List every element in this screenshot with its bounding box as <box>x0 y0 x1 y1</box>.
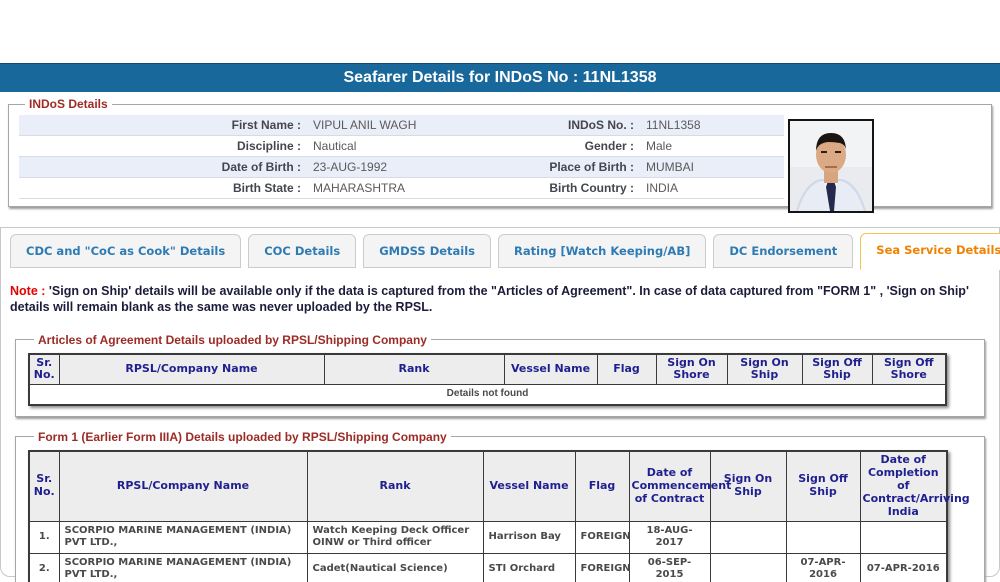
cell-sign-on-ship <box>710 553 786 582</box>
sign-on-ship-note: Note : 'Sign on Ship' details will be av… <box>1 268 999 316</box>
empty-result-row: Details not found <box>29 385 946 405</box>
seafarer-photo <box>788 119 874 213</box>
col-rpsl-company-name: RPSL/Company Name <box>59 354 324 385</box>
birth-state-label: Birth State : <box>19 178 307 199</box>
tab-bar: CDC and "CoC as Cook" Details COC Detail… <box>1 228 999 268</box>
tab-panel: CDC and "CoC as Cook" Details COC Detail… <box>0 227 1000 577</box>
indos-row: Birth State : MAHARASHTRA Birth Country … <box>19 178 784 199</box>
cell-sign-off-ship: 07-APR-2016 <box>786 553 860 582</box>
cell-company: SCORPIO MARINE MANAGEMENT (INDIA) PVT LT… <box>59 553 307 582</box>
note-text: 'Sign on Ship' details will be available… <box>10 284 969 314</box>
indos-details-grid: First Name : VIPUL ANIL WAGH INDoS No. :… <box>19 115 784 199</box>
cell-completion-date <box>860 521 947 553</box>
date-of-birth-value: 23-AUG-1992 <box>307 157 522 178</box>
col-sign-on-shore: Sign On Shore <box>656 354 727 385</box>
date-of-birth-label: Date of Birth : <box>19 157 307 178</box>
cell-sign-on-ship <box>710 521 786 553</box>
cell-vessel: Harrison Bay <box>483 521 575 553</box>
col-sign-on-ship: Sign On Ship <box>727 354 802 385</box>
col-rank: Rank <box>307 451 483 521</box>
discipline-label: Discipline : <box>19 136 307 157</box>
articles-of-agreement-fieldset: Articles of Agreement Details uploaded b… <box>15 333 985 417</box>
articles-of-agreement-legend: Articles of Agreement Details uploaded b… <box>34 333 431 347</box>
cell-commencement-date: 18-AUG-2017 <box>629 521 710 553</box>
tab-rating-watch-keeping-ab[interactable]: Rating [Watch Keeping/AB] <box>498 234 706 268</box>
col-sign-off-shore: Sign Off Shore <box>872 354 946 385</box>
indos-details-fieldset: INDoS Details First Name : VIPUL ANIL WA… <box>8 97 992 207</box>
col-rank: Rank <box>324 354 504 385</box>
indos-details-legend: INDoS Details <box>25 97 112 111</box>
table-row: 1. SCORPIO MARINE MANAGEMENT (INDIA) PVT… <box>29 521 947 553</box>
form1-table: Sr. No. RPSL/Company Name Rank Vessel Na… <box>28 450 948 582</box>
place-of-birth-label: Place of Birth : <box>522 157 640 178</box>
articles-of-agreement-table: Sr. No. RPSL/Company Name Rank Vessel Na… <box>28 353 947 406</box>
cell-flag: FOREIGN <box>575 521 629 553</box>
cell-completion-date: 07-APR-2016 <box>860 553 947 582</box>
form1-fieldset: Form 1 (Earlier Form IIIA) Details uploa… <box>15 430 985 582</box>
seafarer-photo-image <box>790 121 872 211</box>
tab-gmdss-details[interactable]: GMDSS Details <box>363 234 491 268</box>
page-title: Seafarer Details for INDoS No : 11NL1358 <box>0 63 1000 92</box>
col-flag: Flag <box>575 451 629 521</box>
discipline-value: Nautical <box>307 136 522 157</box>
col-rpsl-company-name: RPSL/Company Name <box>59 451 307 521</box>
col-sign-off-ship: Sign Off Ship <box>786 451 860 521</box>
first-name-value: VIPUL ANIL WAGH <box>307 115 522 136</box>
col-sr-no: Sr. No. <box>29 451 59 521</box>
tab-coc-details[interactable]: COC Details <box>248 234 356 268</box>
tab-cdc-coc-as-cook[interactable]: CDC and "CoC as Cook" Details <box>10 234 241 268</box>
col-flag: Flag <box>597 354 656 385</box>
cell-company: SCORPIO MARINE MANAGEMENT (INDIA) PVT LT… <box>59 521 307 553</box>
cell-vessel: STI Orchard <box>483 553 575 582</box>
cell-rank: Watch Keeping Deck Officer OINW or Third… <box>307 521 483 553</box>
col-vessel-name: Vessel Name <box>483 451 575 521</box>
details-not-found-message: Details not found <box>29 385 946 405</box>
col-sr-no: Sr. No. <box>29 354 59 385</box>
indos-no-label: INDoS No. : <box>522 115 640 136</box>
cell-sr-no: 2. <box>29 553 59 582</box>
indos-row: Date of Birth : 23-AUG-1992 Place of Bir… <box>19 157 784 178</box>
place-of-birth-value: MUMBAI <box>640 157 784 178</box>
birth-country-label: Birth Country : <box>522 178 640 199</box>
indos-no-value: 11NL1358 <box>640 115 784 136</box>
cell-commencement-date: 06-SEP-2015 <box>629 553 710 582</box>
tab-dc-endorsement[interactable]: DC Endorsement <box>713 234 853 268</box>
first-name-label: First Name : <box>19 115 307 136</box>
birth-country-value: INDIA <box>640 178 784 199</box>
cell-sr-no: 1. <box>29 521 59 553</box>
tab-sea-service-details[interactable]: Sea Service Details <box>860 233 1000 270</box>
col-sign-off-ship: Sign Off Ship <box>802 354 872 385</box>
table-row: 2. SCORPIO MARINE MANAGEMENT (INDIA) PVT… <box>29 553 947 582</box>
cell-flag: FOREIGN <box>575 553 629 582</box>
col-vessel-name: Vessel Name <box>504 354 597 385</box>
col-date-of-completion: Date of Completion of Contract/Arriving … <box>860 451 947 521</box>
gender-value: Male <box>640 136 784 157</box>
indos-row: Discipline : Nautical Gender : Male <box>19 136 784 157</box>
indos-row: First Name : VIPUL ANIL WAGH INDoS No. :… <box>19 115 784 136</box>
birth-state-value: MAHARASHTRA <box>307 178 522 199</box>
table-header-row: Sr. No. RPSL/Company Name Rank Vessel Na… <box>29 451 947 521</box>
note-prefix: Note : <box>10 284 45 298</box>
gender-label: Gender : <box>522 136 640 157</box>
table-header-row: Sr. No. RPSL/Company Name Rank Vessel Na… <box>29 354 946 385</box>
cell-sign-off-ship <box>786 521 860 553</box>
col-date-of-commencement: Date of Commencement of Contract <box>629 451 710 521</box>
form1-legend: Form 1 (Earlier Form IIIA) Details uploa… <box>34 430 451 444</box>
cell-rank: Cadet(Nautical Science) <box>307 553 483 582</box>
